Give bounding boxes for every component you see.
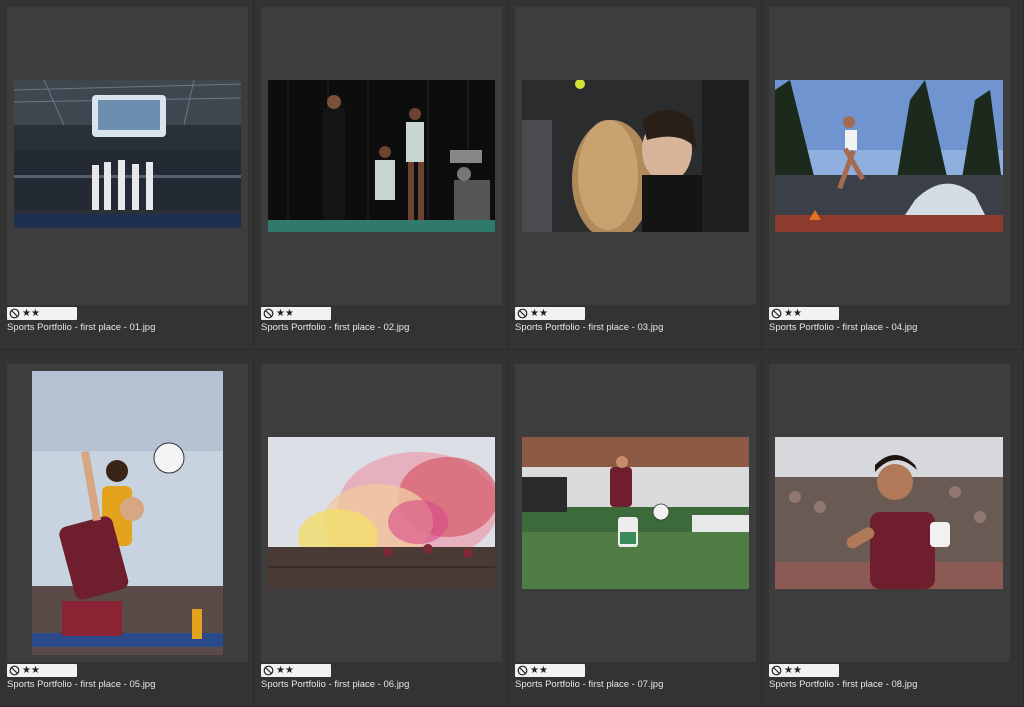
reject-flag-icon[interactable]	[263, 308, 274, 319]
filename-label: Sports Portfolio - first place - 01.jpg	[7, 322, 156, 333]
reject-flag-icon[interactable]	[771, 665, 782, 676]
thumbnail-cell[interactable]: ★★ Sports Portfolio - first place - 02.j…	[254, 0, 508, 350]
star-rating[interactable]: ★★	[276, 307, 294, 320]
thumbnail-preview[interactable]	[7, 7, 248, 305]
thumbnail-cell[interactable]: ★★ Sports Portfolio - first place - 04.j…	[762, 0, 1024, 350]
photo-soccer-celebration	[775, 437, 1003, 589]
thumbnail-preview[interactable]	[769, 364, 1010, 662]
thumbnail-cell[interactable]: ★★ Sports Portfolio - first place - 06.j…	[254, 357, 508, 707]
photo-soccer-tackle	[522, 437, 749, 589]
filename-label: Sports Portfolio - first place - 06.jpg	[261, 679, 410, 690]
star-rating[interactable]: ★★	[530, 664, 548, 677]
thumbnail-cell[interactable]: ★★ Sports Portfolio - first place - 01.j…	[0, 0, 254, 350]
rating-badge[interactable]: ★★	[515, 664, 585, 677]
thumbnail-preview[interactable]	[7, 364, 248, 662]
photo-arena-cheerleaders	[14, 80, 241, 228]
photo-smoke-supporters	[268, 437, 495, 589]
thumbnail-preview[interactable]	[515, 7, 756, 305]
thumbnail-preview[interactable]	[515, 364, 756, 662]
thumbnail-cell[interactable]: ★★ Sports Portfolio - first place - 08.j…	[762, 357, 1024, 707]
thumbnail-grid: ★★ Sports Portfolio - first place - 01.j…	[0, 0, 1024, 707]
rating-badge[interactable]: ★★	[769, 664, 839, 677]
star-rating[interactable]: ★★	[784, 664, 802, 677]
thumbnail-preview[interactable]	[261, 364, 502, 662]
star-rating[interactable]: ★★	[276, 664, 294, 677]
star-rating[interactable]: ★★	[22, 307, 40, 320]
reject-flag-icon[interactable]	[517, 665, 528, 676]
star-rating[interactable]: ★★	[784, 307, 802, 320]
photo-steeplechase-runner	[775, 80, 1003, 232]
reject-flag-icon[interactable]	[517, 308, 528, 319]
photo-dancers-stage	[268, 80, 495, 232]
rating-badge[interactable]: ★★	[769, 307, 839, 320]
filename-label: Sports Portfolio - first place - 04.jpg	[769, 322, 918, 333]
photo-embracing-athletes	[522, 80, 749, 232]
thumbnail-cell[interactable]: ★★ Sports Portfolio - first place - 03.j…	[508, 0, 762, 350]
thumbnail-preview[interactable]	[261, 7, 502, 305]
photo-soccer-header	[32, 371, 223, 655]
reject-flag-icon[interactable]	[263, 665, 274, 676]
thumbnail-cell[interactable]: ★★ Sports Portfolio - first place - 07.j…	[508, 357, 762, 707]
reject-flag-icon[interactable]	[771, 308, 782, 319]
rating-badge[interactable]: ★★	[7, 307, 77, 320]
filename-label: Sports Portfolio - first place - 07.jpg	[515, 679, 664, 690]
rating-badge[interactable]: ★★	[261, 664, 331, 677]
thumbnail-preview[interactable]	[769, 7, 1010, 305]
filename-label: Sports Portfolio - first place - 02.jpg	[261, 322, 410, 333]
star-rating[interactable]: ★★	[530, 307, 548, 320]
star-rating[interactable]: ★★	[22, 664, 40, 677]
rating-badge[interactable]: ★★	[515, 307, 585, 320]
filename-label: Sports Portfolio - first place - 03.jpg	[515, 322, 664, 333]
rating-badge[interactable]: ★★	[261, 307, 331, 320]
reject-flag-icon[interactable]	[9, 665, 20, 676]
reject-flag-icon[interactable]	[9, 308, 20, 319]
filename-label: Sports Portfolio - first place - 08.jpg	[769, 679, 918, 690]
thumbnail-cell[interactable]: ★★ Sports Portfolio - first place - 05.j…	[0, 357, 254, 707]
filename-label: Sports Portfolio - first place - 05.jpg	[7, 679, 156, 690]
rating-badge[interactable]: ★★	[7, 664, 77, 677]
